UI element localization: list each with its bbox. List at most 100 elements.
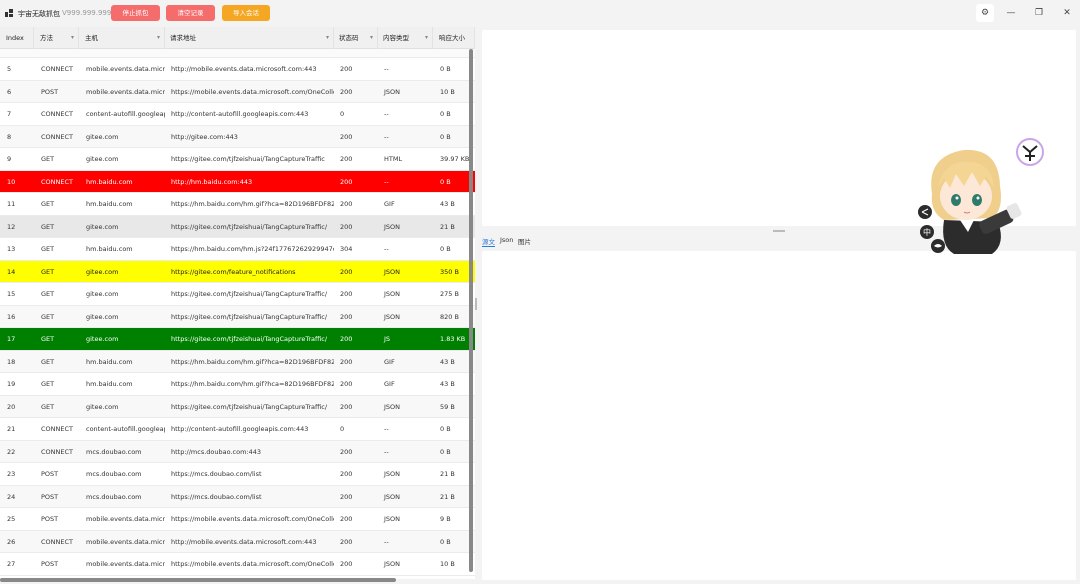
cell-content-type: JSON	[377, 261, 433, 283]
table-row[interactable]: 16GETgitee.comhttps://gitee.com/tjfzeish…	[0, 306, 475, 329]
filter-icon[interactable]: ▾	[157, 27, 160, 49]
cell-index: 5	[0, 58, 34, 80]
tab-source[interactable]: 源文	[482, 236, 495, 247]
table-row[interactable]: 8CONNECTgitee.comhttp://gitee.com:443200…	[0, 126, 475, 149]
chinese-lang-icon[interactable]: 中	[920, 225, 934, 239]
cell-content-type: JSON	[377, 553, 433, 575]
settings-gear-icon[interactable]: ⚙	[976, 4, 994, 22]
vertical-splitter-handle[interactable]	[475, 298, 477, 310]
cell-method: POST	[34, 553, 79, 575]
column-header-url[interactable]: 请求地址▾	[164, 27, 334, 49]
horizontal-splitter-handle[interactable]	[773, 230, 785, 232]
table-vertical-scrollbar[interactable]	[469, 49, 473, 572]
bird-icon[interactable]	[931, 239, 945, 253]
table-row[interactable]: 26CONNECTmobile.events.data.microsoft.co…	[0, 531, 475, 554]
table-row[interactable]: 13GEThm.baidu.comhttps://hm.baidu.com/hm…	[0, 238, 475, 261]
filter-icon[interactable]: ▾	[425, 27, 428, 49]
cell-status: 200	[333, 351, 378, 373]
column-header-status[interactable]: 状态码▾	[333, 27, 378, 49]
cell-content-type: GIF	[377, 193, 433, 215]
column-header-response-size[interactable]: 响应大小	[433, 27, 475, 49]
cell-status: 0	[333, 418, 378, 440]
cell-content-type: JSON	[377, 283, 433, 305]
table-row[interactable]: 19GEThm.baidu.comhttps://hm.baidu.com/hm…	[0, 373, 475, 396]
cell-status: 304	[333, 238, 378, 260]
table-row[interactable]: 23POSTmcs.doubao.comhttps://mcs.doubao.c…	[0, 463, 475, 486]
cell-host: hm.baidu.com	[79, 373, 165, 395]
cell-host: mobile.events.data.microsoft.com	[79, 58, 165, 80]
table-row[interactable]: 20GETgitee.comhttps://gitee.com/tjfzeish…	[0, 396, 475, 419]
request-table: Index 方法▾ 主机▾ 请求地址▾ 状态码▾ 内容类型▾ 响应大小 5CON…	[0, 27, 475, 579]
filter-icon[interactable]: ▾	[71, 27, 74, 49]
minimize-icon[interactable]: —	[1002, 4, 1020, 22]
cell-content-type: JSON	[377, 486, 433, 508]
cell-host: hm.baidu.com	[79, 193, 165, 215]
cell-method: CONNECT	[34, 171, 79, 193]
tab-image[interactable]: 图片	[518, 236, 531, 246]
cell-index: 22	[0, 441, 34, 463]
cell-content-type: JSON	[377, 216, 433, 238]
cell-url: http://mobile.events.data.microsoft.com:…	[164, 531, 334, 553]
table-row[interactable]: 11GEThm.baidu.comhttps://hm.baidu.com/hm…	[0, 193, 475, 216]
cell-host: mcs.doubao.com	[79, 441, 165, 463]
cell-status: 200	[333, 283, 378, 305]
cell-content-type: --	[377, 441, 433, 463]
table-row[interactable]: 22CONNECTmcs.doubao.comhttp://mcs.doubao…	[0, 441, 475, 464]
cell-method: CONNECT	[34, 441, 79, 463]
mascot-widget[interactable]: 中	[914, 136, 1046, 258]
table-row[interactable]: 7CONNECTcontent-autofill.googleapis.comh…	[0, 103, 475, 126]
table-row[interactable]: 5CONNECTmobile.events.data.microsoft.com…	[0, 58, 475, 81]
cell-index: 12	[0, 216, 34, 238]
table-horizontal-scrollbar[interactable]	[0, 578, 396, 582]
cell-host: gitee.com	[79, 306, 165, 328]
cell-index: 13	[0, 238, 34, 260]
cell-url: https://mobile.events.data.microsoft.com…	[164, 81, 334, 103]
table-row[interactable]: 17GETgitee.comhttps://gitee.com/tjfzeish…	[0, 328, 475, 351]
cell-host: content-autofill.googleapis.com	[79, 418, 165, 440]
cell-status: 200	[333, 193, 378, 215]
cell-status: 0	[333, 103, 378, 125]
column-header-method[interactable]: 方法▾	[34, 27, 79, 49]
table-row[interactable]: 27POSTmobile.events.data.microsoft.comht…	[0, 553, 475, 576]
filter-icon[interactable]: ▾	[370, 27, 373, 49]
cell-index: 24	[0, 486, 34, 508]
column-header-content-type[interactable]: 内容类型▾	[377, 27, 433, 49]
cell-index: 25	[0, 508, 34, 530]
table-row[interactable]: 24POSTmcs.doubao.comhttps://mcs.doubao.c…	[0, 486, 475, 509]
lang-label: 中	[923, 227, 931, 237]
cell-status: 200	[333, 463, 378, 485]
clear-records-button[interactable]: 清空记录	[166, 5, 215, 21]
cell-url: https://mobile.events.data.microsoft.com…	[164, 553, 334, 575]
import-session-button[interactable]: 导入会话	[222, 5, 270, 21]
cell-url: https://gitee.com/tjfzeishuai/TangCaptur…	[164, 306, 334, 328]
cell-url: https://gitee.com/tjfzeishuai/TangCaptur…	[164, 148, 334, 170]
cell-url: https://gitee.com/tjfzeishuai/TangCaptur…	[164, 328, 334, 350]
table-row[interactable]: 18GEThm.baidu.comhttps://hm.baidu.com/hm…	[0, 351, 475, 374]
cell-method: POST	[34, 463, 79, 485]
cell-method: GET	[34, 396, 79, 418]
table-row[interactable]: 12GETgitee.comhttps://gitee.com/tjfzeish…	[0, 216, 475, 239]
cell-url: https://hm.baidu.com/hm.gif?hca=82D196BF…	[164, 193, 334, 215]
cell-host: gitee.com	[79, 148, 165, 170]
column-header-host[interactable]: 主机▾	[79, 27, 165, 49]
filter-icon[interactable]: ▾	[326, 27, 329, 49]
table-row[interactable]: 21CONNECTcontent-autofill.googleapis.com…	[0, 418, 475, 441]
close-icon[interactable]: ✕	[1058, 4, 1076, 22]
table-row[interactable]: 15GETgitee.comhttps://gitee.com/tjfzeish…	[0, 283, 475, 306]
table-row[interactable]: 6POSTmobile.events.data.microsoft.comhtt…	[0, 81, 475, 104]
cell-host: gitee.com	[79, 328, 165, 350]
cell-status: 200	[333, 508, 378, 530]
stop-capture-button[interactable]: 停止抓包	[111, 5, 160, 21]
restore-icon[interactable]: ❐	[1030, 4, 1048, 22]
column-header-index[interactable]: Index	[0, 27, 34, 49]
table-row[interactable]: 10CONNECThm.baidu.comhttp://hm.baidu.com…	[0, 171, 475, 194]
share-icon[interactable]	[918, 205, 932, 219]
table-row[interactable]: 25POSTmobile.events.data.microsoft.comht…	[0, 508, 475, 531]
tab-json[interactable]: Json	[500, 236, 513, 244]
brand-logo-icon[interactable]	[1017, 139, 1043, 165]
table-row[interactable]: 14GETgitee.comhttps://gitee.com/feature_…	[0, 261, 475, 284]
cell-status: 200	[333, 373, 378, 395]
cell-status: 200	[333, 261, 378, 283]
cell-index: 19	[0, 373, 34, 395]
table-row[interactable]: 9GETgitee.comhttps://gitee.com/tjfzeishu…	[0, 148, 475, 171]
